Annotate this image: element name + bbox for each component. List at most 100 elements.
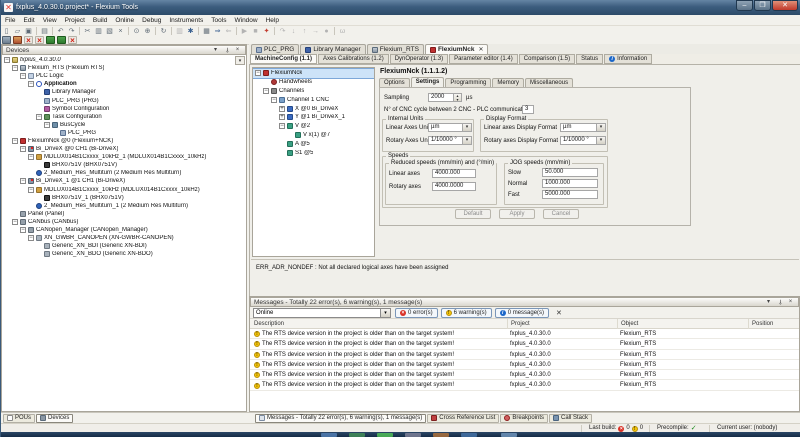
save-archive-icon[interactable] [2, 36, 11, 44]
device-fxplus-4-0-30-0[interactable]: −fxplus_4.0.30.0 [2, 56, 246, 64]
column-header-description[interactable]: Description [251, 319, 503, 329]
msg-tab-breakpoints[interactable]: Breakpoints [500, 414, 548, 423]
collapse-icon[interactable]: − [20, 178, 26, 184]
device-panel-panel[interactable]: Panel (Panel) [2, 210, 246, 218]
device-flexium-rts-flexium-rts[interactable]: −Flexium_RTS (Flexium RTS) [2, 64, 246, 72]
refresh-project-icon[interactable]: ↻ [159, 27, 169, 36]
form-tab-settings[interactable]: Settings [411, 77, 445, 87]
redo-icon[interactable]: ↷ [67, 27, 77, 36]
minimize-button[interactable]: – [736, 0, 753, 11]
tools-icon[interactable]: ✦ [262, 27, 272, 36]
copy-icon[interactable]: ▥ [94, 27, 104, 36]
view-tab-machineconfig-1-1[interactable]: MachineConfig (1.1) [250, 54, 317, 64]
mc-node-x-0-bi-drivex[interactable]: +X @0 Bi_DriveX [253, 104, 374, 113]
cnc-cycle-input[interactable]: 3 [522, 105, 534, 114]
device-2-medium-res-multiturn-2-med[interactable]: 2_Medium_Res_Multiturn (2 Medium Res Mul… [2, 169, 246, 177]
axis-x-offline-icon[interactable] [24, 36, 33, 44]
device-plc-prg[interactable]: PLC_PRG [2, 129, 246, 137]
apply-button[interactable]: Apply [499, 209, 535, 219]
device-generic-xn-bdi-generic-xn-bd[interactable]: Generic_XN_BDI (Generic XN-BDI) [2, 242, 246, 250]
menu-window[interactable]: Window [230, 15, 261, 26]
device-2-medium-res-multiturn-1-2-m[interactable]: 2_Medium_Res_Multiturn_1 (2 Medium Res M… [2, 202, 246, 210]
default-button[interactable]: Default [455, 209, 491, 219]
menu-file[interactable]: File [1, 15, 19, 26]
device-mdlux014b1cxxxx-10khz-1-mdlu[interactable]: −MDLUX014B1Cxxxx_10kHz_1 (MDLUX014B1Cxxx… [2, 153, 246, 161]
run-to-cursor-icon[interactable]: → [311, 27, 321, 36]
linear-axes-unit-select[interactable]: µm [428, 123, 472, 132]
device-generic-xn-bdo-generic-xn-bd[interactable]: Generic_XN_BDO (Generic XN-BDO) [2, 250, 246, 258]
stop-icon[interactable]: ■ [251, 27, 261, 36]
reduced-linear-input[interactable]: 4000.000 [432, 169, 476, 178]
filter-message-button[interactable]: i0 message(s) [495, 308, 549, 318]
watch-icon[interactable]: ω [338, 27, 348, 36]
collapse-icon[interactable]: − [12, 138, 18, 144]
view-tab-status[interactable]: Status [576, 54, 603, 64]
view-tab-parameter-editor-1-4[interactable]: Parameter editor (1.4) [449, 54, 518, 64]
form-tab-options[interactable]: Options [379, 78, 410, 87]
rotary-axes-unit-select[interactable]: 1/10000 ° [428, 136, 472, 145]
linear-display-format-select[interactable]: µm [560, 123, 606, 132]
menu-view[interactable]: View [39, 15, 61, 26]
menu-help[interactable]: Help [262, 15, 283, 26]
delete-icon[interactable]: × [116, 27, 126, 36]
collapse-icon[interactable]: − [12, 65, 18, 71]
new-file-icon[interactable]: ▯ [2, 27, 12, 36]
menu-build[interactable]: Build [89, 15, 111, 26]
login-icon[interactable]: ⇒ [213, 27, 223, 36]
doc-tab-library-manager[interactable]: Library Manager [300, 44, 365, 54]
maximize-button[interactable]: ❐ [754, 0, 771, 11]
catalog-icon[interactable]: ▦ [202, 27, 212, 36]
doc-tab-flexium-rts[interactable]: Flexium_RTS [367, 44, 424, 54]
print-icon[interactable]: ▤ [40, 27, 50, 36]
device-canopen-manager-canopen-mana[interactable]: −CANopen_Manager (CANopen_Manager) [2, 226, 246, 234]
device-plc-prg-prg[interactable]: PLC_PRG (PRG) [2, 96, 246, 104]
device-bi-drivex-1-1-ch1-bi-drivex[interactable]: −Bi_DriveX_1 @1 CH1 (Bi-DriveX) [2, 177, 246, 185]
device-library-manager[interactable]: Library Manager [2, 88, 246, 96]
collapse-icon[interactable]: − [28, 187, 34, 193]
undo-icon[interactable]: ↶ [56, 27, 66, 36]
mc-node-channels[interactable]: −Channels [253, 87, 374, 96]
device-xn-gwbr-canopen-xn-gwbr-cano[interactable]: −XN_GWBR_CANOPEN (XN-GWBR-CANOPEN) [2, 234, 246, 242]
rotary-display-format-select[interactable]: 1/10000 ° [560, 136, 606, 145]
collapse-icon[interactable]: − [12, 219, 18, 225]
collapse-icon[interactable]: − [20, 227, 26, 233]
device-error-icon[interactable] [13, 36, 22, 44]
sampling-spinner[interactable]: ▴▾ [454, 93, 462, 102]
form-tab-miscellaneous[interactable]: Miscellaneous [525, 78, 573, 87]
nck-offline-icon[interactable] [68, 36, 77, 44]
form-tab-programming[interactable]: Programming [445, 78, 491, 87]
windows-taskbar[interactable] [1, 432, 800, 437]
close-button[interactable]: ✕ [772, 0, 798, 11]
menu-online[interactable]: Online [111, 15, 138, 26]
panel-pin-icon[interactable]: ⊸ [775, 298, 784, 306]
menu-edit[interactable]: Edit [19, 15, 38, 26]
device-application[interactable]: −Application [2, 80, 246, 88]
device-bhx0751v-1-bhx0751v[interactable]: BHX0751V_1 (BHX0751V) [2, 194, 246, 202]
collapse-icon[interactable]: − [20, 73, 26, 79]
device-task-configuration[interactable]: −Task Configuration [2, 113, 246, 121]
doc-tab-plc-prg[interactable]: PLC_PRG [251, 44, 299, 54]
message-row[interactable]: !The RTS device version in the project i… [250, 360, 799, 370]
menu-debug[interactable]: Debug [138, 15, 165, 26]
msg-tab-messages-totally-22-error-s-[interactable]: Messages - Totally 22 error(s), 6 warnin… [255, 414, 426, 423]
expand-icon[interactable]: + [279, 114, 285, 120]
mc-node-v-x-1-7[interactable]: V x(1) @7 [253, 131, 374, 140]
device-bhx0751v-bhx0751v[interactable]: BHX0751V (BHX0751V) [2, 161, 246, 169]
form-tab-memory[interactable]: Memory [492, 78, 524, 87]
jog-fast-input[interactable]: 5000.000 [542, 190, 598, 199]
collapse-icon[interactable]: − [28, 81, 34, 87]
build-icon[interactable]: ✱ [186, 27, 196, 36]
panel-menu-chevron-icon[interactable]: ▾ [211, 46, 220, 54]
view-tab-axes-calibrations-1-2[interactable]: Axes Calibrations (1.2) [318, 54, 389, 64]
reduced-rotary-input[interactable]: 4000.0000 [432, 182, 476, 191]
collapse-icon[interactable]: − [255, 70, 261, 76]
device-plc-logic[interactable]: −PLC Logic [2, 72, 246, 80]
panel-close-icon[interactable]: × [233, 46, 242, 54]
doc-tab-flexiumnck[interactable]: FlexiumNck✕ [425, 44, 489, 54]
collapse-icon[interactable]: − [36, 114, 42, 120]
tree-filter-button[interactable]: ▾ [235, 56, 245, 65]
device-buscycle[interactable]: −BusCycle [2, 121, 246, 129]
mc-node-y-1-bi-drivex-1[interactable]: +Y @1 Bi_DriveX_1 [253, 113, 374, 122]
collapse-icon[interactable]: − [4, 57, 10, 63]
device-canbus-canbus[interactable]: −CANbus (CANbus) [2, 218, 246, 226]
